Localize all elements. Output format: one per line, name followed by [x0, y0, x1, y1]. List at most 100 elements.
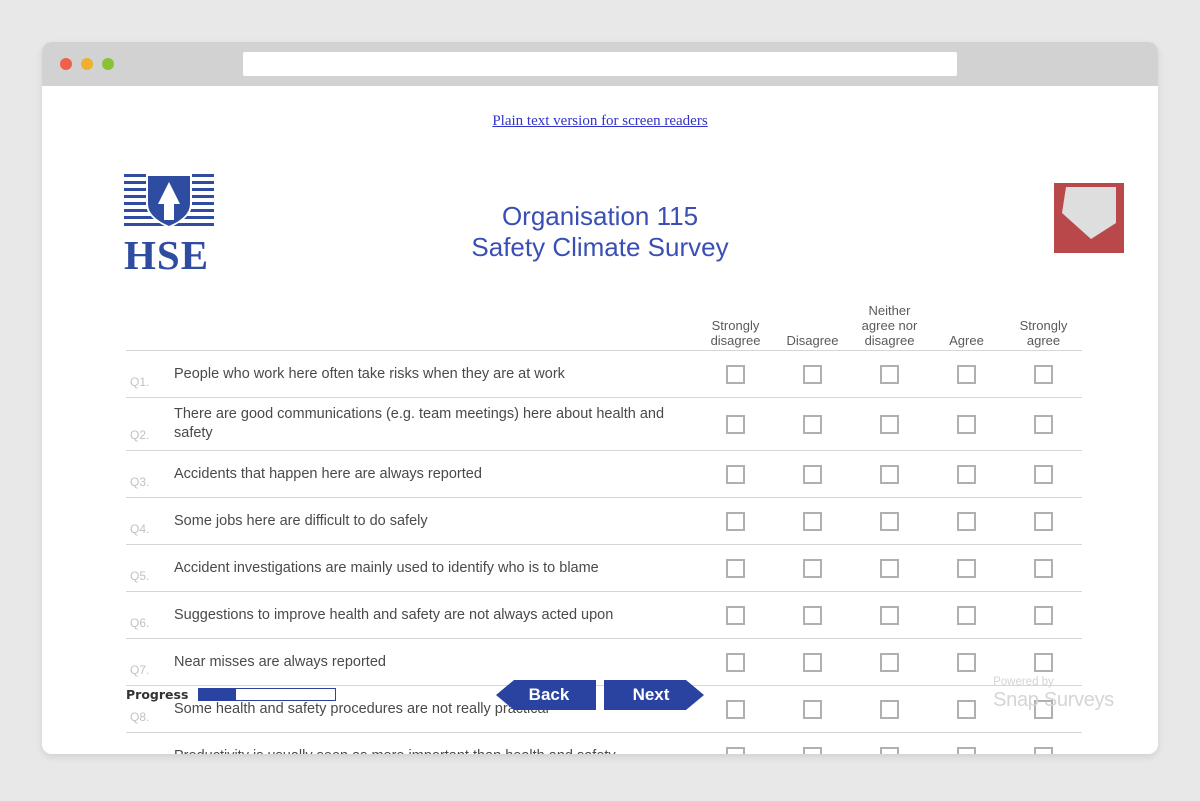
answer-cell: [851, 605, 928, 625]
answer-checkbox[interactable]: [1034, 464, 1053, 484]
answer-checkbox[interactable]: [957, 364, 976, 384]
column-header-disagree: Disagree: [786, 333, 839, 348]
answer-cell: [697, 558, 774, 578]
answer-checkbox[interactable]: [880, 652, 899, 672]
answer-checkbox[interactable]: [726, 464, 745, 484]
back-button[interactable]: Back: [496, 680, 596, 710]
minimize-window-button[interactable]: [81, 58, 93, 70]
navigation-buttons: Back Next: [42, 680, 1158, 710]
answer-cell: [851, 511, 928, 531]
powered-by-branding: Powered by Snap Surveys: [993, 675, 1114, 712]
question-text: Accidents that happen here are always re…: [174, 465, 482, 482]
table-row: Q9.Productivity is usually seen as more …: [126, 732, 1082, 754]
table-row: Q4. Some jobs here are difficult to do sa…: [126, 497, 1082, 544]
answer-checkbox[interactable]: [803, 414, 822, 434]
answer-checkbox[interactable]: [880, 364, 899, 384]
answer-checkbox[interactable]: [1034, 746, 1053, 754]
answer-checkbox[interactable]: [726, 652, 745, 672]
url-input[interactable]: [243, 52, 957, 76]
question-text: Productivity is usually seen as more imp…: [174, 747, 697, 755]
answer-cell: [774, 605, 851, 625]
next-button[interactable]: Next: [604, 680, 704, 710]
answer-cell: [774, 746, 851, 754]
answer-cell: [928, 652, 1005, 672]
answer-cell: [697, 605, 774, 625]
answer-cell: [774, 464, 851, 484]
answer-checkbox[interactable]: [726, 558, 745, 578]
column-header-neither: Neither agree nor disagree: [861, 303, 918, 348]
answer-checkbox[interactable]: [957, 605, 976, 625]
answer-checkbox[interactable]: [880, 558, 899, 578]
answer-checkbox[interactable]: [957, 511, 976, 531]
answer-checkbox[interactable]: [880, 746, 899, 754]
answer-cell: [928, 558, 1005, 578]
answer-checkbox[interactable]: [957, 558, 976, 578]
question-number: Q8.: [130, 710, 150, 724]
answer-cell: [1005, 652, 1082, 672]
snap-surveys-wordmark: Snap Surveys: [993, 689, 1114, 711]
answer-checkbox[interactable]: [880, 464, 899, 484]
answer-cell: [697, 414, 774, 434]
plain-text-version-link[interactable]: Plain text version for screen readers: [42, 113, 1158, 130]
answer-checkbox[interactable]: [880, 511, 899, 531]
page-title-line1: Organisation 115: [501, 201, 699, 231]
answer-cell: [851, 464, 928, 484]
answer-checkbox[interactable]: [957, 652, 976, 672]
answer-checkbox[interactable]: [880, 605, 899, 625]
maximize-window-button[interactable]: [102, 58, 114, 70]
answer-checkbox[interactable]: [803, 464, 822, 484]
answer-cell: [851, 558, 928, 578]
question-number: Q3.: [130, 475, 150, 489]
answer-cell: [774, 511, 851, 531]
answer-cell: [697, 464, 774, 484]
survey-page: Plain text version for screen readers HS…: [42, 86, 1158, 754]
answer-checkbox[interactable]: [803, 558, 822, 578]
answer-cell: [697, 746, 774, 754]
question-text: Accident investigations are mainly used …: [174, 559, 599, 576]
answer-checkbox[interactable]: [880, 414, 899, 434]
answer-checkbox[interactable]: [726, 605, 745, 625]
answer-checkbox[interactable]: [957, 464, 976, 484]
browser-chrome: [42, 42, 1158, 86]
table-row: Q6. Suggestions to improve health and saf…: [126, 591, 1082, 638]
answer-checkbox[interactable]: [803, 746, 822, 754]
answer-checkbox[interactable]: [726, 414, 745, 434]
answer-checkbox[interactable]: [803, 605, 822, 625]
answer-cell: [774, 652, 851, 672]
answer-cell: [1005, 746, 1082, 754]
answer-checkbox[interactable]: [803, 652, 822, 672]
answer-cell: [774, 558, 851, 578]
answer-cell: [928, 605, 1005, 625]
answer-cell: [851, 652, 928, 672]
answer-cell: [1005, 558, 1082, 578]
answer-cell: [1005, 605, 1082, 625]
column-header-strongly-agree: Strongly agree: [1019, 318, 1068, 348]
question-number: Q1.: [130, 375, 150, 389]
table-row: Q1. People who work here often take risks…: [126, 350, 1082, 397]
answer-checkbox[interactable]: [1034, 605, 1053, 625]
answer-checkbox[interactable]: [726, 746, 745, 754]
answer-checkbox[interactable]: [803, 364, 822, 384]
table-row: Q5. Accident investigations are mainly us…: [126, 544, 1082, 591]
answer-cell: [851, 746, 928, 754]
answer-cell: [697, 364, 774, 384]
answer-checkbox[interactable]: [803, 511, 822, 531]
answer-checkbox[interactable]: [726, 511, 745, 531]
answer-cell: [774, 364, 851, 384]
answer-cell: [1005, 364, 1082, 384]
question-number: Q2.: [130, 428, 150, 442]
answer-cell: [928, 511, 1005, 531]
answer-checkbox[interactable]: [1034, 652, 1053, 672]
answer-checkbox[interactable]: [1034, 414, 1053, 434]
answer-checkbox[interactable]: [957, 414, 976, 434]
answer-checkbox[interactable]: [726, 364, 745, 384]
browser-window: Plain text version for screen readers HS…: [42, 42, 1158, 754]
question-number: Q5.: [130, 569, 150, 583]
window-controls: [60, 58, 114, 70]
answer-checkbox[interactable]: [957, 746, 976, 754]
table-row: Q2. There are good communications (e.g. t…: [126, 397, 1082, 450]
answer-checkbox[interactable]: [1034, 364, 1053, 384]
close-window-button[interactable]: [60, 58, 72, 70]
answer-checkbox[interactable]: [1034, 511, 1053, 531]
answer-checkbox[interactable]: [1034, 558, 1053, 578]
